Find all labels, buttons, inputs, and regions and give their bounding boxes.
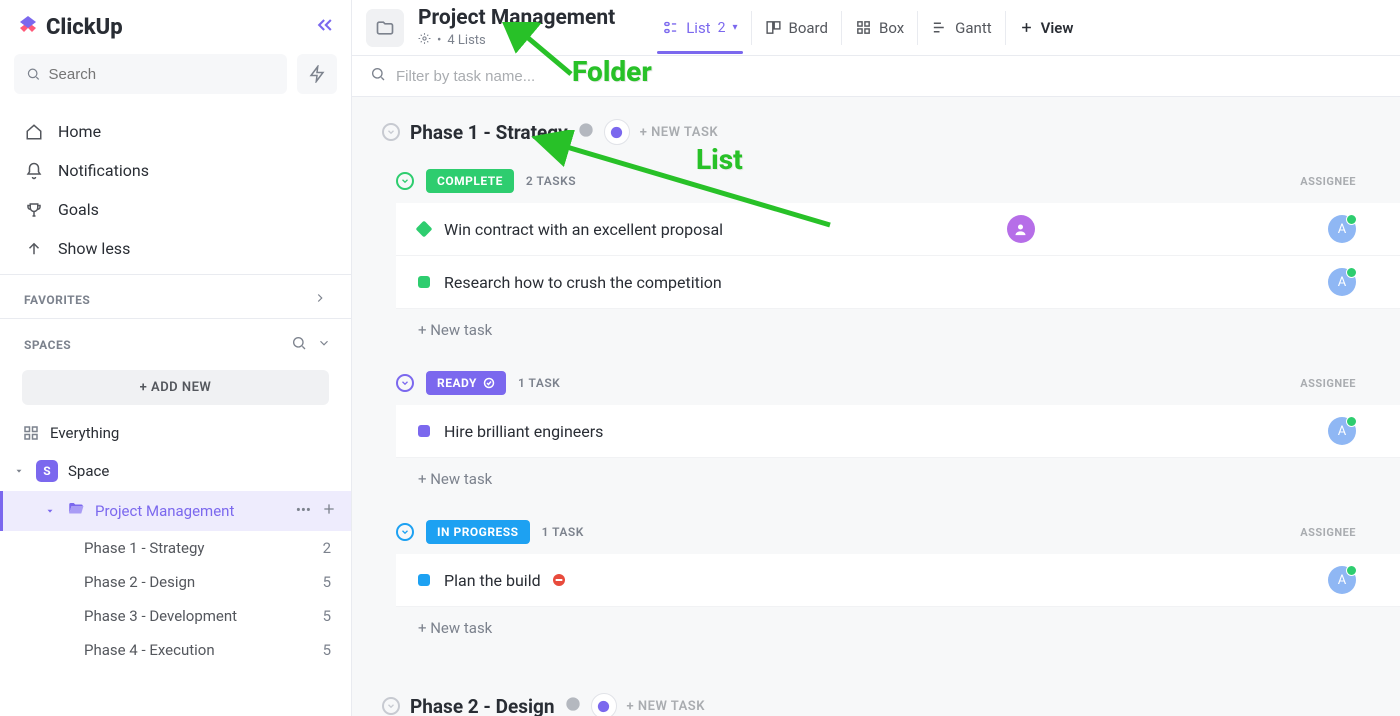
- folder-open-icon: [67, 500, 85, 522]
- breadcrumb-folder-icon: [366, 9, 404, 47]
- status-pill[interactable]: IN PROGRESS: [426, 520, 530, 544]
- assignee-column-header: ASSIGNEE: [1300, 377, 1356, 390]
- automation-icon[interactable]: [591, 693, 617, 716]
- bell-icon: [24, 162, 44, 180]
- search-input[interactable]: [49, 66, 275, 83]
- task-name: Plan the build: [444, 571, 541, 590]
- task-name: Research how to crush the competition: [444, 273, 722, 292]
- status-toggle-icon[interactable]: [396, 374, 414, 392]
- sidebar-list-item[interactable]: Phase 1 - Strategy2: [0, 531, 351, 565]
- info-icon[interactable]: [578, 122, 594, 142]
- chevron-down-icon[interactable]: [317, 336, 331, 353]
- assignee-column-header: ASSIGNEE: [1300, 526, 1356, 539]
- task-count: 1 TASK: [542, 525, 584, 539]
- assignee-avatar[interactable]: A: [1328, 417, 1356, 445]
- favorites-section[interactable]: FAVORITES: [0, 275, 351, 318]
- filter-search-icon: [370, 66, 386, 86]
- collapse-sidebar-icon[interactable]: [315, 15, 335, 39]
- collapse-circle-icon[interactable]: [382, 123, 400, 141]
- view-list[interactable]: List 2 ▾: [649, 11, 750, 45]
- spaces-search-icon[interactable]: [291, 335, 307, 354]
- phase-title: Phase 1 - Strategy: [410, 121, 568, 144]
- caret-down-icon: [45, 502, 57, 520]
- filter-input[interactable]: [396, 68, 1382, 85]
- clickup-logo-icon: [16, 12, 40, 42]
- status-toggle-icon[interactable]: [396, 172, 414, 190]
- info-icon[interactable]: [565, 696, 581, 716]
- task-status-dot[interactable]: [416, 221, 433, 238]
- blocked-icon: [551, 572, 567, 588]
- everything-item[interactable]: Everything: [0, 415, 351, 451]
- space-row[interactable]: S Space: [0, 451, 351, 491]
- arrow-up-icon: [24, 240, 44, 258]
- sidebar-list-item[interactable]: Phase 2 - Design5: [0, 565, 351, 599]
- dropdown-caret-icon: ▾: [732, 22, 737, 33]
- task-row[interactable]: Win contract with an excellent proposal …: [396, 203, 1400, 256]
- home-icon: [24, 123, 44, 141]
- chevron-right-icon: [313, 291, 327, 308]
- add-new-space-button[interactable]: + ADD NEW: [22, 370, 329, 405]
- nav-home[interactable]: Home: [0, 112, 351, 151]
- person-icon[interactable]: [1007, 215, 1035, 243]
- collapse-circle-icon[interactable]: [382, 697, 400, 715]
- folder-project-management[interactable]: Project Management •••: [0, 491, 351, 531]
- lists-count: 4 Lists: [447, 33, 485, 48]
- assignee-avatar[interactable]: A: [1328, 215, 1356, 243]
- add-view-button[interactable]: View: [1005, 11, 1087, 45]
- app-logo[interactable]: ClickUp: [16, 12, 123, 42]
- nav-goals[interactable]: Goals: [0, 190, 351, 229]
- status-pill[interactable]: READY: [426, 371, 506, 395]
- folder-more-icon[interactable]: •••: [296, 501, 311, 521]
- task-status-dot[interactable]: [418, 574, 430, 586]
- search-icon: [26, 66, 41, 82]
- quick-action-button[interactable]: [297, 54, 337, 94]
- list-icon: [662, 19, 679, 36]
- view-gantt[interactable]: Gantt: [917, 11, 1004, 45]
- task-name: Hire brilliant engineers: [444, 422, 603, 441]
- trophy-icon: [24, 201, 44, 219]
- box-icon: [855, 19, 872, 36]
- task-count: 2 TASKS: [526, 174, 576, 188]
- task-status-dot[interactable]: [418, 425, 430, 437]
- lightning-icon: [308, 65, 326, 83]
- new-task-button[interactable]: + NEW TASK: [640, 125, 718, 140]
- caret-down-icon: [14, 462, 26, 480]
- page-title: Project Management: [418, 6, 615, 30]
- task-row[interactable]: Hire brilliant engineers A: [396, 405, 1400, 458]
- new-task-inline[interactable]: + New task: [396, 458, 1400, 500]
- assignee-column-header: ASSIGNEE: [1300, 175, 1356, 188]
- nav-showless[interactable]: Show less: [0, 229, 351, 268]
- status-toggle-icon[interactable]: [396, 523, 414, 541]
- assignee-avatar[interactable]: A: [1328, 566, 1356, 594]
- spaces-label: SPACES: [24, 338, 71, 352]
- sidebar-list-item[interactable]: Phase 3 - Development5: [0, 599, 351, 633]
- sidebar-list-item[interactable]: Phase 4 - Execution5: [0, 633, 351, 667]
- board-icon: [765, 19, 782, 36]
- task-row[interactable]: Research how to crush the competition A: [396, 256, 1400, 309]
- grid-icon: [22, 424, 40, 442]
- space-badge: S: [36, 460, 58, 482]
- assignee-avatar[interactable]: A: [1328, 268, 1356, 296]
- nav-notifications[interactable]: Notifications: [0, 151, 351, 190]
- view-board[interactable]: Board: [751, 11, 841, 45]
- new-task-button[interactable]: + NEW TASK: [627, 699, 705, 714]
- automation-icon[interactable]: [604, 119, 630, 145]
- status-pill[interactable]: COMPLETE: [426, 169, 514, 193]
- brand-name: ClickUp: [46, 15, 123, 40]
- settings-gear-icon[interactable]: [418, 32, 431, 49]
- new-task-inline[interactable]: + New task: [396, 607, 1400, 649]
- folder-add-icon[interactable]: [321, 501, 337, 521]
- task-status-dot[interactable]: [418, 276, 430, 288]
- gantt-icon: [931, 19, 948, 36]
- phase-title: Phase 2 - Design: [410, 695, 555, 716]
- task-row[interactable]: Plan the build A: [396, 554, 1400, 607]
- plus-icon: [1019, 20, 1034, 35]
- task-count: 1 TASK: [518, 376, 560, 390]
- view-box[interactable]: Box: [841, 11, 917, 45]
- new-task-inline[interactable]: + New task: [396, 309, 1400, 351]
- search-input-wrap[interactable]: [14, 54, 287, 94]
- task-name: Win contract with an excellent proposal: [444, 220, 723, 239]
